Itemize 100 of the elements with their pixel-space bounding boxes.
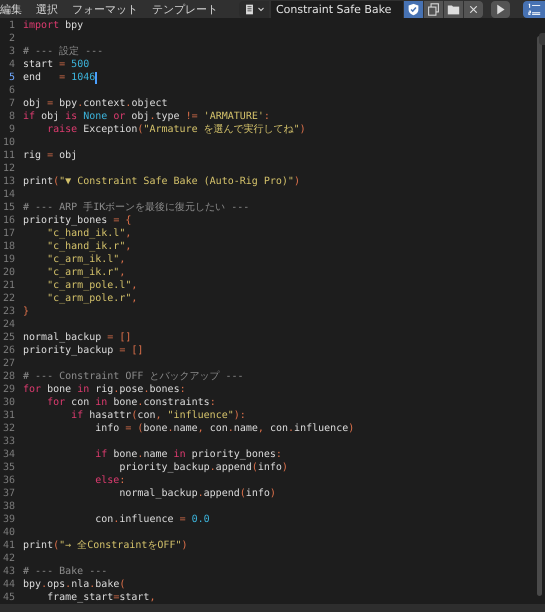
folder-icon [447, 2, 460, 16]
line-number: 1 [8, 19, 16, 32]
code-line: else: [94, 474, 126, 487]
line-number: 12 [2, 162, 16, 175]
code-line: print("→ 全ConstraintをOFF") [23, 539, 188, 552]
line-number: 3 [8, 45, 16, 58]
line-number: 2 [8, 32, 16, 45]
line-number: 7 [8, 97, 16, 110]
unlink-button[interactable] [464, 0, 483, 18]
code-line: start = 500 [23, 58, 90, 71]
menu-item[interactable]: 選択 [36, 2, 58, 16]
code-line: priority_bones = { [23, 214, 132, 227]
line-number: 45 [2, 591, 16, 604]
line-number: 40 [2, 526, 16, 539]
menu-item[interactable]: テンプレート [152, 2, 218, 16]
code-line: obj = bpy.context.object [23, 97, 168, 110]
code-line: "c_arm_pole.r", [46, 292, 138, 305]
line-number: 28 [2, 370, 16, 383]
code-line: for bone in rig.pose.bones: [23, 383, 186, 396]
code-line: con.influence = 0.0 [94, 513, 210, 526]
code-line: bpy.ops.nla.bake( [23, 578, 126, 591]
line-number: 4 [8, 58, 16, 71]
line-number: 9 [8, 123, 16, 136]
code-line: # --- 設定 --- [23, 45, 104, 58]
code-line: print("▼ Constraint Safe Bake (Auto-Rig Pro)") [23, 175, 300, 188]
menu-item[interactable]: フォーマット [72, 2, 138, 16]
code-line: "c_hand_ik.l", [46, 227, 132, 240]
line-number: 18 [2, 240, 16, 253]
code-line: priority_backup.append(info) [118, 461, 288, 474]
line-number: 5 [8, 71, 16, 84]
code-line: # --- ARP 手IKボーンを最後に復元したい --- [23, 201, 250, 214]
run-script-button[interactable] [491, 0, 510, 18]
line-number: 42 [2, 552, 16, 565]
line-number: 17 [2, 227, 16, 240]
line-number: 41 [2, 539, 16, 552]
line-number: 31 [2, 409, 16, 422]
sidebar-toggle[interactable] [539, 33, 545, 45]
menu-item[interactable]: 編集 [0, 2, 22, 16]
line-number: 27 [2, 357, 16, 370]
code-line: } [23, 305, 30, 318]
register-button[interactable] [404, 0, 423, 18]
code-line: # --- Bake --- [23, 565, 108, 578]
numbered-list-icon [528, 2, 540, 16]
document-icon [244, 2, 254, 16]
line-number: 25 [2, 331, 16, 344]
code-line: frame_start=start, [46, 591, 156, 604]
line-number: 6 [8, 84, 16, 97]
text-cursor [95, 72, 98, 84]
line-number: 20 [2, 266, 16, 279]
line-number: 8 [8, 110, 16, 123]
copy-button[interactable] [424, 0, 443, 18]
line-number: 13 [2, 175, 16, 188]
line-number: 23 [2, 305, 16, 318]
code-line: "c_hand_ik.r", [46, 240, 132, 253]
line-number: 33 [2, 435, 16, 448]
code-line: "c_arm_pole.l", [46, 279, 138, 292]
line-number: 30 [2, 396, 16, 409]
copy-icon [427, 2, 440, 16]
caret-icon [256, 5, 264, 13]
text-name-field[interactable]: Constraint Safe Bake [271, 0, 403, 18]
line-number: 35 [2, 461, 16, 474]
line-number: 21 [2, 279, 16, 292]
line-number: 14 [2, 188, 16, 201]
code-line: "c_arm_ik.r", [46, 266, 126, 279]
code-line: if bone.name in priority_bones: [94, 448, 282, 461]
code-line: import bpy [23, 19, 84, 32]
code-line: if obj is None or obj.type != 'ARMATURE': [23, 110, 270, 123]
code-line: for con in bone.constraints: [46, 396, 216, 409]
open-button[interactable] [444, 0, 463, 18]
line-number: 22 [2, 292, 16, 305]
line-number: 15 [2, 201, 16, 214]
code-line: "c_arm_ik.l", [46, 253, 126, 266]
shield-check-icon [407, 2, 420, 16]
line-number: 11 [2, 149, 16, 162]
line-number: 36 [2, 474, 16, 487]
line-number: 37 [2, 487, 16, 500]
code-line: priority_backup = [] [23, 344, 144, 357]
code-line: raise Exception("Armature を選んで実行してね") [46, 123, 306, 136]
code-line: rig = obj [23, 149, 78, 162]
text-selector-dropdown[interactable] [239, 0, 269, 18]
code-line: normal_backup = [] [23, 331, 132, 344]
line-number: 24 [2, 318, 16, 331]
line-number: 44 [2, 578, 16, 591]
line-number: 29 [2, 383, 16, 396]
vertical-scrollbar[interactable] [537, 36, 542, 596]
line-number: 39 [2, 513, 16, 526]
line-number: 38 [2, 500, 16, 513]
line-numbers-toggle[interactable] [523, 0, 545, 18]
code-line: # --- Constraint OFF とバックアップ --- [23, 370, 244, 383]
code-line: normal_backup.append(info) [118, 487, 276, 500]
line-number: 34 [2, 448, 16, 461]
code-line: end = 1046 [23, 71, 96, 84]
code-line: info = (bone.name, con.name, con.influence) [94, 422, 354, 435]
code-line: if hasattr(con, "influence"): [70, 409, 246, 422]
line-number: 16 [2, 214, 16, 227]
line-number: 19 [2, 253, 16, 266]
line-number: 43 [2, 565, 16, 578]
line-number: 10 [2, 136, 16, 149]
line-number: 32 [2, 422, 16, 435]
line-number: 26 [2, 344, 16, 357]
